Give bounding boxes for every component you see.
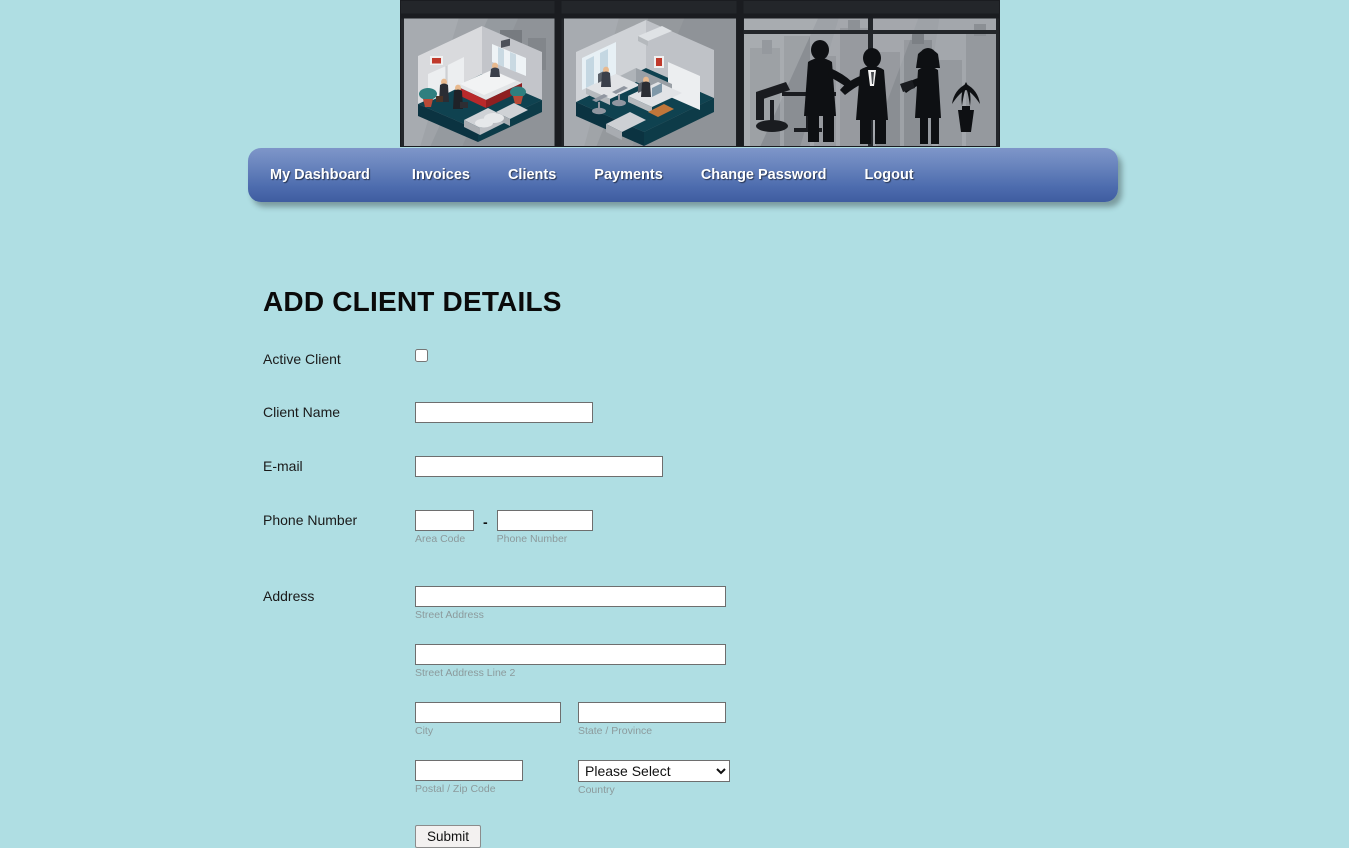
form-row-active-client: Active Client xyxy=(263,340,1163,367)
country-select[interactable]: Please Select xyxy=(578,760,730,782)
phone-separator: - xyxy=(474,510,497,532)
form-row-client-name: Client Name xyxy=(263,367,1163,423)
sub-label-street-address: Street Address xyxy=(415,609,1163,622)
nav-clients[interactable]: Clients xyxy=(508,168,556,183)
postal-zip-code-input[interactable] xyxy=(415,760,523,781)
form-row-phone: Phone Number Area Code - Phone Number xyxy=(263,477,1163,546)
sub-label-street-address-line2: Street Address Line 2 xyxy=(415,667,1163,680)
sub-label-area-code: Area Code xyxy=(415,533,474,546)
sub-label-state-province: State / Province xyxy=(578,725,726,738)
add-client-form: Active Client Client Name E-mail Phone N… xyxy=(263,340,1163,848)
address-city-state-block: City State / Province xyxy=(415,702,1163,738)
label-phone-number: Phone Number xyxy=(263,510,415,528)
address-zip-country-block: Postal / Zip Code Please Select Country xyxy=(415,760,1163,797)
address-street-block: Street Address xyxy=(415,586,1163,622)
form-row-address: Address Street Address Street Address Li… xyxy=(263,546,1163,848)
client-name-input[interactable] xyxy=(415,402,593,423)
label-email: E-mail xyxy=(263,456,415,474)
street-address-line2-input[interactable] xyxy=(415,644,726,665)
banner xyxy=(400,0,1000,147)
nav-invoices[interactable]: Invoices xyxy=(412,168,470,183)
main-navigation: My Dashboard Invoices Clients Payments C… xyxy=(248,148,1118,202)
street-address-input[interactable] xyxy=(415,586,726,607)
label-client-name: Client Name xyxy=(263,402,415,420)
label-active-client: Active Client xyxy=(263,349,415,367)
city-input[interactable] xyxy=(415,702,561,723)
sub-label-postal-zip-code: Postal / Zip Code xyxy=(415,783,578,796)
nav-my-dashboard[interactable]: My Dashboard xyxy=(270,168,370,183)
sub-label-country: Country xyxy=(578,784,730,797)
nav-change-password[interactable]: Change Password xyxy=(701,168,827,183)
office-illustration-banner xyxy=(400,0,1000,147)
submit-wrap: Submit xyxy=(415,825,1163,848)
nav-payments[interactable]: Payments xyxy=(594,168,663,183)
submit-button[interactable]: Submit xyxy=(415,825,481,848)
sub-label-city: City xyxy=(415,725,578,738)
area-code-input[interactable] xyxy=(415,510,474,531)
active-client-checkbox[interactable] xyxy=(415,349,428,362)
phone-number-input[interactable] xyxy=(497,510,593,531)
label-address: Address xyxy=(263,586,415,604)
state-province-input[interactable] xyxy=(578,702,726,723)
phone-group: Area Code - Phone Number xyxy=(415,510,1163,546)
address-street2-block: Street Address Line 2 xyxy=(415,644,1163,680)
form-row-email: E-mail xyxy=(263,423,1163,477)
email-input[interactable] xyxy=(415,456,663,477)
nav-logout[interactable]: Logout xyxy=(865,168,914,183)
page-title: ADD CLIENT DETAILS xyxy=(263,286,562,318)
sub-label-phone-number: Phone Number xyxy=(497,533,593,546)
